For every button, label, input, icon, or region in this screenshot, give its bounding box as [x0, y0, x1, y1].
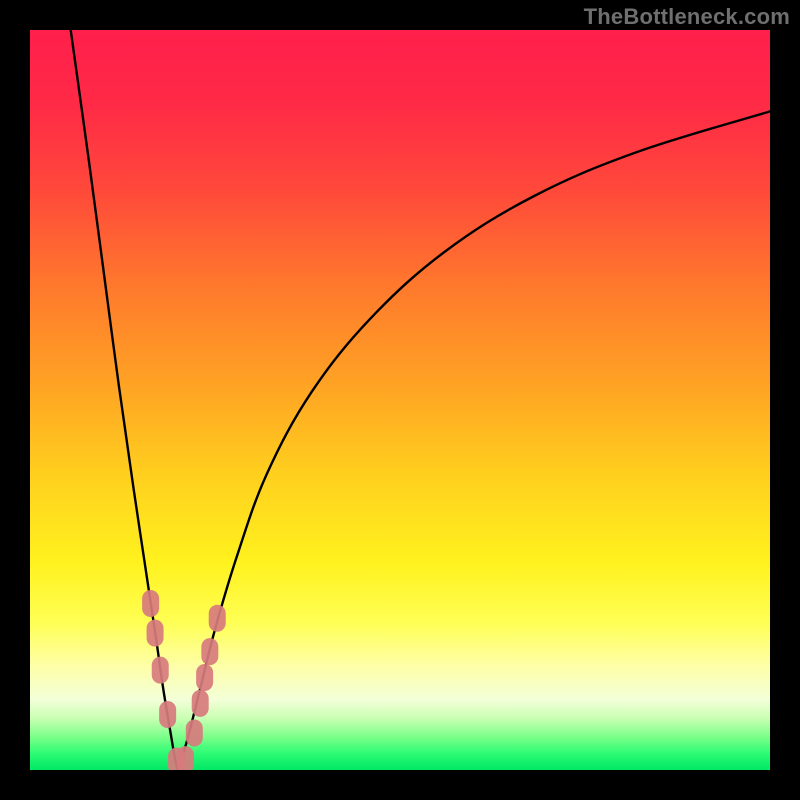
- marker-point: [192, 690, 209, 717]
- marker-point: [201, 638, 218, 665]
- marker-point: [142, 590, 159, 617]
- curve-right-branch: [178, 111, 770, 770]
- marker-point: [152, 657, 169, 684]
- watermark-text: TheBottleneck.com: [584, 4, 790, 30]
- marker-point: [209, 605, 226, 632]
- plot-area: [30, 30, 770, 770]
- marker-point: [159, 701, 176, 728]
- chart-frame: TheBottleneck.com: [0, 0, 800, 800]
- marker-point: [196, 664, 213, 691]
- marker-point: [147, 620, 164, 647]
- marker-point: [186, 720, 203, 747]
- curves-layer: [30, 30, 770, 770]
- marker-point: [177, 746, 194, 770]
